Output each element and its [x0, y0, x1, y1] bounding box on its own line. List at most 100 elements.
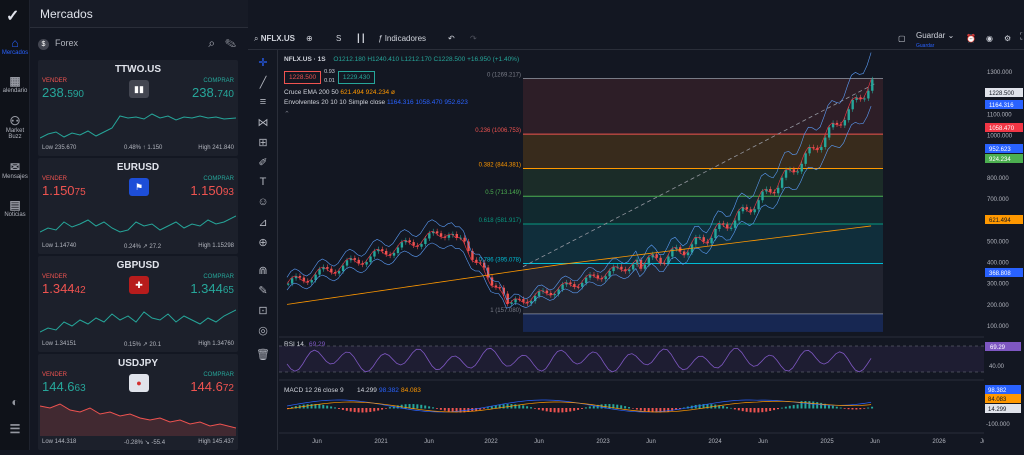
macd-bar	[561, 408, 564, 413]
macd-bar	[698, 404, 701, 409]
market-card-gbpusd[interactable]: GBPUSD VENDER COMPRAR 1.34442 1.34465 ✚ …	[38, 256, 238, 352]
candle	[608, 271, 611, 277]
candle	[843, 120, 847, 126]
trash-icon[interactable]: 🗑	[256, 348, 270, 361]
candle	[561, 284, 564, 290]
high-value: High 1.15298	[198, 243, 234, 249]
fullscreen-icon[interactable]: ⛶	[1020, 31, 1024, 42]
rsi-tick: 40.00	[989, 364, 1005, 370]
nav-calendario[interactable]: ▦ alendario	[0, 74, 30, 94]
lock-icon[interactable]: ⊡	[256, 304, 270, 317]
sell-label: VENDER	[42, 78, 68, 84]
nav-mensajes[interactable]: ✉ Mensajes	[0, 160, 30, 180]
settings-icon[interactable]: ⚙	[1004, 34, 1011, 43]
magnet-icon[interactable]: ⋒	[256, 264, 270, 277]
camera-icon[interactable]: ◉	[986, 34, 993, 43]
macd-bar	[514, 404, 517, 409]
macd-bar	[769, 408, 772, 411]
candle	[745, 207, 749, 210]
symbol-search[interactable]: ⌕ NFLX.US	[254, 34, 295, 44]
macd-badge-label: 14.299	[988, 407, 1007, 413]
sell-price[interactable]: 144.663	[42, 379, 86, 394]
candle	[604, 276, 607, 280]
buy-label: COMPRAR	[203, 372, 234, 378]
fib-tool-icon[interactable]: ≡	[256, 96, 270, 108]
sell-price[interactable]: 1.15075	[42, 183, 86, 198]
projection-icon[interactable]: ⊞	[256, 136, 270, 149]
macd-value-1: 14.299	[357, 387, 377, 394]
candle	[710, 238, 713, 244]
macd-bar	[635, 408, 638, 410]
macd-bar	[867, 407, 870, 409]
layout-icon[interactable]: ▢	[898, 34, 906, 43]
nav-noticias[interactable]: ▤ Noticias	[0, 198, 30, 218]
emoji-icon[interactable]: ☺	[256, 196, 270, 208]
collapse-legend-icon[interactable]: ⌃	[284, 110, 519, 120]
candle	[522, 299, 525, 302]
indicators-button[interactable]: ƒ Indicadores	[378, 34, 426, 43]
price-tick: 300.000	[987, 282, 1009, 288]
candle	[769, 189, 772, 192]
buy-price[interactable]: 1.15093	[190, 183, 234, 198]
ruler-icon[interactable]: ⊿	[256, 216, 270, 229]
drawing-toolbar: ✛ ╱ ≡ ⋈ ⊞ ✐ T ☺ ⊿ ⊕ ⋒ ✎ ⊡ ◎ 🗑	[248, 50, 278, 450]
macd-bar	[345, 408, 348, 411]
fib-label: 0.236 (1006.753)	[475, 128, 521, 134]
market-card-ttwo[interactable]: TTWO.US VENDER COMPRAR 238.590 238.740 ▮…	[38, 60, 238, 156]
eye-icon[interactable]: ◎	[256, 324, 270, 337]
buy-quote[interactable]: 1229.430	[337, 70, 375, 84]
macd-bar	[549, 408, 552, 412]
macd-bar	[749, 408, 752, 413]
interval-selector[interactable]: S	[336, 34, 341, 43]
candle	[428, 233, 431, 239]
sell-price[interactable]: 238.590	[42, 85, 84, 100]
macd-bar	[765, 408, 768, 412]
macd-bar	[757, 408, 760, 413]
pattern-icon[interactable]: ⋈	[256, 116, 270, 129]
market-card-usdjpy[interactable]: USDJPY VENDER COMPRAR 144.663 144.672 ● …	[38, 354, 238, 450]
macd-bar	[439, 408, 442, 410]
change-value: 0.24% ↗ 27.2	[124, 244, 162, 250]
zoom-in-icon[interactable]: ⊕	[256, 236, 270, 249]
edit-icon[interactable]: ✎	[225, 36, 236, 50]
markets-panel: $ Forex ⌕ ✎ TTWO.US VENDER COMPRAR 238.59…	[30, 28, 248, 450]
sell-quote[interactable]: 1228.500	[284, 70, 322, 84]
buy-label: COMPRAR	[203, 274, 234, 280]
text-icon[interactable]: T	[256, 176, 270, 188]
card-symbol: EURUSD	[116, 162, 160, 173]
price-axis[interactable]: 1300.0001200.0001100.0001000.000900.0008…	[984, 50, 1024, 450]
brush-icon[interactable]: ✐	[256, 156, 270, 169]
buy-price[interactable]: 144.672	[190, 379, 234, 394]
redo-icon[interactable]: ↷	[470, 34, 477, 43]
candle	[729, 227, 733, 229]
lock-drawing-icon[interactable]: ✎	[256, 284, 270, 297]
nav-market-buzz[interactable]: ⚇ Market Buzz	[0, 114, 30, 140]
nav-mercados[interactable]: ⌂ Mercados	[0, 36, 30, 56]
candles-icon[interactable]: ┃┃	[356, 34, 366, 43]
candle	[643, 264, 647, 269]
buy-price[interactable]: 238.740	[192, 85, 234, 100]
add-symbol-icon[interactable]: ⊕	[306, 34, 313, 43]
market-card-eurusd[interactable]: EURUSD VENDER COMPRAR 1.15075 1.15093 ⚑ …	[38, 158, 238, 254]
macd-bar	[804, 401, 807, 409]
save-button[interactable]: Guardar ⌄ Guardar	[916, 31, 954, 49]
macd-bar	[616, 404, 619, 409]
theme-toggle-icon[interactable]: ◐	[0, 395, 30, 409]
macd-bar	[780, 407, 783, 409]
fib-label: 1 (157.080)	[490, 308, 521, 314]
crosshair-icon[interactable]: ✛	[256, 56, 270, 69]
settings-sliders-icon[interactable]: ☰	[0, 422, 30, 436]
candle	[612, 267, 615, 272]
search-icon[interactable]: ⌕	[208, 36, 215, 50]
envelope-values: 1164.316 1058.470 952.623	[387, 99, 468, 106]
alert-icon[interactable]: ⏰	[966, 34, 976, 43]
category-selector[interactable]: $ Forex	[38, 38, 78, 50]
macd-bar	[812, 401, 815, 409]
macd-bar	[388, 407, 391, 409]
buy-price[interactable]: 1.34465	[190, 281, 234, 296]
macd-bar	[541, 408, 544, 411]
trendline-icon[interactable]: ╱	[256, 76, 270, 89]
sell-price[interactable]: 1.34442	[42, 281, 86, 296]
fib-zone	[523, 168, 883, 197]
undo-icon[interactable]: ↶	[448, 34, 455, 43]
